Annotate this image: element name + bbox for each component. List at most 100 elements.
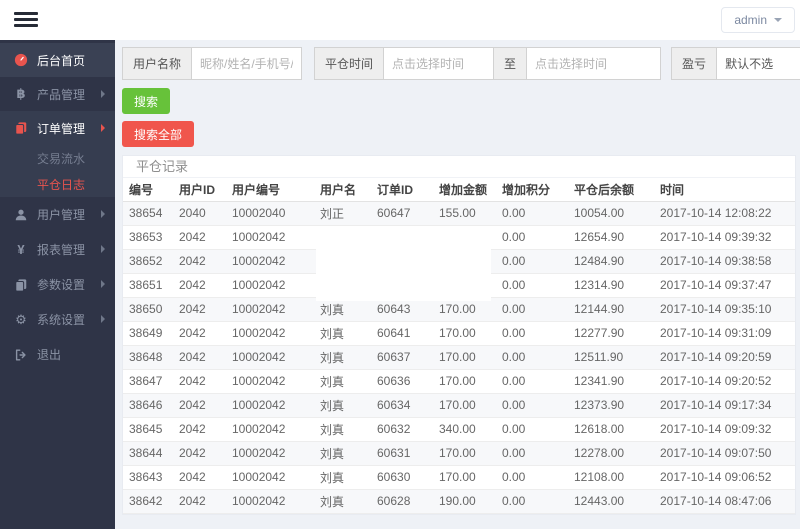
- dashboard-icon: [14, 53, 28, 67]
- table-cell: 12373.90: [568, 393, 654, 418]
- sidebar-item-users[interactable]: 用户管理: [0, 197, 115, 232]
- table-cell: 0.00: [496, 465, 568, 490]
- table-cell: 12484.90: [568, 249, 654, 274]
- table-cell: 0.00: [496, 393, 568, 418]
- table-cell: 0.00: [496, 489, 568, 514]
- table-cell: 2017-10-14 09:09:32: [654, 417, 795, 442]
- table-cell: 38652: [123, 249, 173, 274]
- user-dropdown[interactable]: admin: [721, 7, 795, 33]
- sidebar-item-label: 后台首页: [37, 53, 86, 68]
- sidebar-group-orders: 订单管理 交易流水 平仓日志: [0, 111, 115, 197]
- table-cell: 刘真: [314, 345, 371, 370]
- table-cell: 刘真: [314, 489, 371, 514]
- table-cell: 38654: [123, 201, 173, 226]
- table-cell: 12654.90: [568, 225, 654, 250]
- table-cell: 10002042: [226, 249, 314, 274]
- table-cell: 刘真: [314, 321, 371, 346]
- table-cell: 10002042: [226, 297, 314, 322]
- table-row: 38646 2042 10002042 刘真 60634 170.00 0.00 12373.…: [123, 393, 795, 418]
- sidebar-item-label: 订单管理: [37, 121, 86, 136]
- table-cell: 38653: [123, 225, 173, 250]
- table-cell: 60647: [371, 201, 433, 226]
- main-content: 用户名称 平仓时间 至 盈亏 默认不选 搜索 搜索全部 平仓记录: [115, 40, 800, 529]
- table-cell: 12278.00: [568, 441, 654, 466]
- table-cell: 0.00: [496, 345, 568, 370]
- params-icon: [14, 278, 28, 292]
- sidebar-item-trade-flow[interactable]: 交易流水: [0, 145, 115, 171]
- user-dropdown-label: admin: [734, 13, 767, 27]
- table-cell: 2042: [173, 489, 226, 514]
- table-cell: 2017-10-14 09:35:10: [654, 297, 795, 322]
- sidebar-item-products[interactable]: ฿ 产品管理: [0, 77, 115, 111]
- table-cell: 2042: [173, 465, 226, 490]
- profit-select[interactable]: 默认不选: [716, 47, 800, 80]
- table-header-row: 编号 用户ID 用户编号 用户名 订单ID 增加金额 增加积分 平仓后余额 时间: [123, 178, 795, 202]
- table-cell: 2042: [173, 225, 226, 250]
- close-time-from-input[interactable]: [383, 47, 495, 80]
- table-cell: 0.00: [496, 225, 568, 250]
- table-cell: 2042: [173, 321, 226, 346]
- user-icon: [14, 208, 28, 222]
- col-user-id: 用户ID: [173, 178, 226, 202]
- col-user-number: 用户编号: [226, 178, 314, 202]
- chevron-right-icon: [101, 245, 105, 253]
- sidebar-item-params[interactable]: 参数设置: [0, 267, 115, 302]
- table-cell: 0.00: [496, 249, 568, 274]
- sidebar-item-home[interactable]: 后台首页: [0, 43, 115, 77]
- sidebar-item-label: 用户管理: [37, 208, 86, 222]
- close-time-to-input[interactable]: [526, 47, 662, 80]
- table-row: 38645 2042 10002042 刘真 60632 340.00 0.00 12618.…: [123, 417, 795, 442]
- table-cell: 刘真: [314, 441, 371, 466]
- username-label: 用户名称: [122, 47, 193, 80]
- sidebar-item-label: 报表管理: [37, 243, 86, 257]
- search-button[interactable]: 搜索: [122, 88, 171, 114]
- table-cell: 38643: [123, 465, 173, 490]
- table-cell: 60641: [371, 321, 433, 346]
- table-cell: 170.00: [433, 465, 496, 490]
- table-cell: 2042: [173, 393, 226, 418]
- search-all-button[interactable]: 搜索全部: [122, 121, 195, 147]
- sidebar-item-reports[interactable]: ¥ 报表管理: [0, 232, 115, 267]
- table-cell: 38647: [123, 369, 173, 394]
- table-cell: 10002042: [226, 393, 314, 418]
- table-cell: 12618.00: [568, 417, 654, 442]
- sidebar-item-system[interactable]: ⚙ 系统设置: [0, 302, 115, 337]
- col-added-amount: 增加金额: [433, 178, 496, 202]
- table-cell: 38644: [123, 441, 173, 466]
- table-cell: 0.00: [496, 273, 568, 298]
- table-cell: 2017-10-14 08:47:06: [654, 489, 795, 514]
- table-cell: 10002042: [226, 273, 314, 298]
- chevron-right-icon: [101, 124, 105, 132]
- sidebar-item-orders[interactable]: 订单管理: [0, 111, 115, 145]
- sidebar-item-logout[interactable]: 退出: [0, 337, 115, 372]
- sidebar: 后台首页 ฿ 产品管理 订单管理 交易流水 平仓日志 用户管理 ¥ 报表管理 参…: [0, 40, 115, 529]
- sidebar-item-label: 退出: [37, 348, 62, 362]
- table-cell: 10002042: [226, 345, 314, 370]
- menu-toggle-icon[interactable]: [14, 12, 38, 28]
- table-cell: 190.00: [433, 489, 496, 514]
- username-input[interactable]: [191, 47, 303, 80]
- table-cell: 2042: [173, 441, 226, 466]
- table-cell: 38646: [123, 393, 173, 418]
- close-records-panel: 平仓记录 编号 用户ID 用户编号 用户名 订单ID 增加金额 增加积分 平仓后…: [122, 155, 796, 515]
- table-cell: 60634: [371, 393, 433, 418]
- table-cell: 2017-10-14 12:08:22: [654, 201, 795, 226]
- table-cell: 38642: [123, 489, 173, 514]
- sidebar-item-close-log[interactable]: 平仓日志: [0, 171, 115, 197]
- table-cell: 2017-10-14 09:06:52: [654, 465, 795, 490]
- table-cell: 38650: [123, 297, 173, 322]
- table-cell: 38651: [123, 273, 173, 298]
- col-time: 时间: [654, 178, 795, 202]
- table-cell: 2017-10-14 09:20:52: [654, 369, 795, 394]
- table-row: 38642 2042 10002042 刘真 60628 190.00 0.00 12443.…: [123, 489, 795, 514]
- product-icon: ฿: [16, 86, 26, 101]
- panel-title: 平仓记录: [123, 156, 795, 178]
- table-cell: 340.00: [433, 417, 496, 442]
- table-cell: 2042: [173, 297, 226, 322]
- table-cell: 12314.90: [568, 273, 654, 298]
- table-cell: 刘真: [314, 369, 371, 394]
- sidebar-item-label: 系统设置: [37, 313, 86, 327]
- chevron-right-icon: [101, 90, 105, 98]
- profit-filter-group: 盈亏 默认不选: [671, 47, 800, 80]
- table-cell: 0.00: [496, 201, 568, 226]
